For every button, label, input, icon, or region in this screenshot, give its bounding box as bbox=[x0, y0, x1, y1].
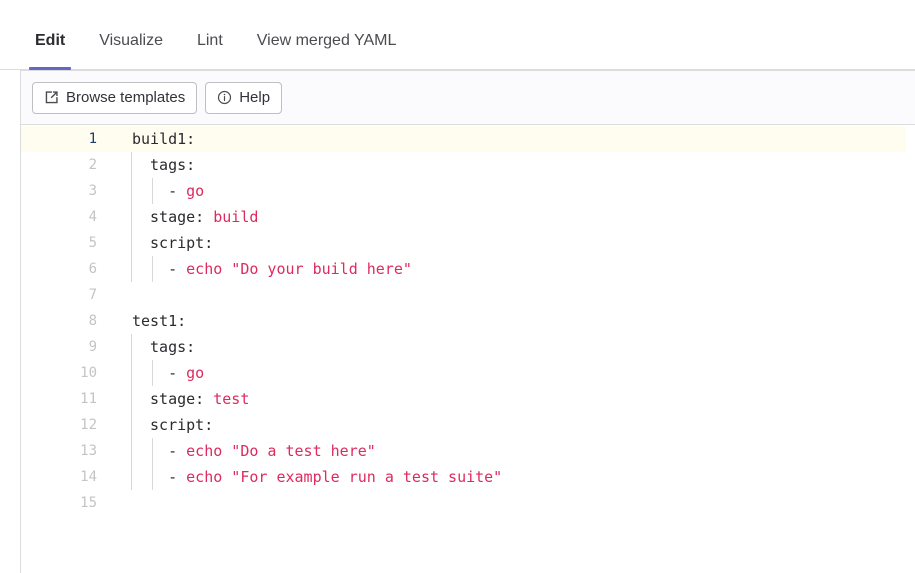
yaml-token: - bbox=[168, 260, 187, 278]
yaml-token: stage: bbox=[150, 208, 214, 226]
yaml-token: test1: bbox=[132, 312, 187, 330]
yaml-token: - bbox=[168, 364, 187, 382]
browse-templates-label: Browse templates bbox=[66, 89, 186, 106]
browse-templates-button[interactable]: Browse templates bbox=[32, 81, 198, 114]
code-line[interactable]: 2 tags: bbox=[21, 152, 915, 178]
line-number: 7 bbox=[88, 287, 97, 303]
editor-tab-bar: Edit Visualize Lint View merged YAML bbox=[0, 0, 915, 70]
external-link-icon bbox=[44, 90, 59, 105]
yaml-token: build1: bbox=[132, 130, 196, 148]
code-line[interactable]: 15 bbox=[21, 490, 915, 516]
code-line[interactable]: 11 stage: test bbox=[21, 386, 915, 412]
code-line-content: - go bbox=[132, 360, 204, 386]
code-line-content: stage: test bbox=[132, 386, 249, 412]
code-line-content: test1: bbox=[132, 308, 186, 334]
help-label: Help bbox=[239, 89, 271, 106]
line-number: 12 bbox=[80, 417, 97, 433]
line-number: 4 bbox=[88, 209, 97, 225]
line-number: 9 bbox=[88, 339, 97, 355]
line-number: 11 bbox=[80, 391, 97, 407]
line-number: 15 bbox=[80, 495, 97, 511]
yaml-token: script: bbox=[150, 416, 214, 434]
editor-toolbar: Browse templates Help bbox=[21, 70, 915, 125]
code-line-content: stage: build bbox=[132, 204, 258, 230]
code-line-content: - echo "Do your build here" bbox=[132, 256, 412, 282]
code-line-content: tags: bbox=[132, 152, 195, 178]
line-number: 14 bbox=[80, 469, 97, 485]
yaml-token: - bbox=[168, 468, 187, 486]
line-number: 8 bbox=[88, 313, 97, 329]
code-line[interactable]: 3 - go bbox=[21, 178, 915, 204]
code-line[interactable]: 4 stage: build bbox=[21, 204, 915, 230]
line-number: 13 bbox=[80, 443, 97, 459]
code-line[interactable]: 10 - go bbox=[21, 360, 915, 386]
info-circle-icon bbox=[217, 90, 232, 105]
line-number: 3 bbox=[88, 183, 97, 199]
code-line[interactable]: 7 bbox=[21, 282, 915, 308]
code-line-content: tags: bbox=[132, 334, 195, 360]
code-line-content: script: bbox=[132, 230, 213, 256]
yaml-token: script: bbox=[150, 234, 214, 252]
yaml-token: go bbox=[186, 364, 205, 382]
line-number: 2 bbox=[88, 157, 97, 173]
yaml-token: tags: bbox=[150, 338, 196, 356]
help-button[interactable]: Help bbox=[205, 81, 283, 114]
tab-lint[interactable]: Lint bbox=[197, 33, 223, 69]
code-line[interactable]: 12 script: bbox=[21, 412, 915, 438]
code-line[interactable]: 5 script: bbox=[21, 230, 915, 256]
yaml-token: echo "Do a test here" bbox=[186, 442, 376, 460]
yaml-code-editor[interactable]: 1 build1: 2 tags: 3 - go 4 stage: build 5 script:… bbox=[21, 126, 915, 573]
tab-label: View merged YAML bbox=[256, 32, 397, 49]
line-number: 6 bbox=[88, 261, 97, 277]
yaml-token: stage: bbox=[150, 390, 214, 408]
yaml-token: - bbox=[168, 442, 187, 460]
tab-edit[interactable]: Edit bbox=[28, 32, 72, 70]
code-line-content: script: bbox=[132, 412, 213, 438]
code-line[interactable]: 6 - echo "Do your build here" bbox=[21, 256, 915, 282]
code-line-content: build1: bbox=[132, 126, 195, 152]
yaml-token: go bbox=[186, 182, 205, 200]
code-line-content: - echo "Do a test here" bbox=[132, 438, 376, 464]
line-number: 5 bbox=[88, 235, 97, 251]
code-line-content: - echo "For example run a test suite" bbox=[132, 464, 502, 490]
yaml-token: - bbox=[168, 182, 187, 200]
tab-view-merged-yaml[interactable]: View merged YAML bbox=[257, 33, 397, 69]
code-line[interactable]: 1 build1: bbox=[21, 126, 906, 152]
yaml-token: test bbox=[213, 390, 250, 408]
yaml-token: build bbox=[213, 208, 259, 226]
yaml-token: echo "Do your build here" bbox=[186, 260, 412, 278]
line-number: 1 bbox=[88, 131, 97, 147]
pipeline-editor-panel: Browse templates Help 1 build1: 2 tags: 3 - g… bbox=[20, 70, 915, 573]
tab-label: Visualize bbox=[99, 32, 163, 49]
code-line-content: - go bbox=[132, 178, 204, 204]
yaml-token: tags: bbox=[150, 156, 196, 174]
tab-label: Lint bbox=[196, 32, 223, 49]
tab-visualize[interactable]: Visualize bbox=[99, 33, 163, 69]
code-line[interactable]: 13 - echo "Do a test here" bbox=[21, 438, 915, 464]
code-line[interactable]: 8 test1: bbox=[21, 308, 915, 334]
code-line[interactable]: 14 - echo "For example run a test suite" bbox=[21, 464, 915, 490]
yaml-token: echo "For example run a test suite" bbox=[186, 468, 503, 486]
tab-label: Edit bbox=[35, 32, 66, 49]
code-line[interactable]: 9 tags: bbox=[21, 334, 915, 360]
line-number: 10 bbox=[80, 365, 97, 381]
